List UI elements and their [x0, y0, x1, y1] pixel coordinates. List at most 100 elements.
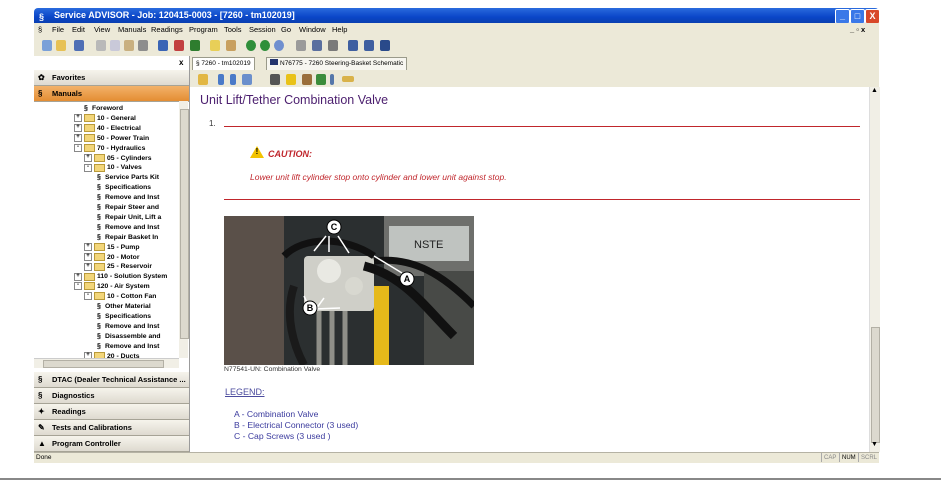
- stop-icon[interactable]: [296, 40, 306, 51]
- tree-document-node[interactable]: § Remove and Inst: [97, 223, 159, 232]
- collapse-icon[interactable]: -: [74, 143, 82, 152]
- mail-icon[interactable]: [210, 40, 220, 51]
- window2-icon[interactable]: [364, 40, 374, 51]
- open-icon[interactable]: [56, 40, 66, 51]
- gear-icon[interactable]: [328, 40, 338, 51]
- scrollbar-thumb[interactable]: [871, 327, 880, 443]
- mdi-controls[interactable]: _ ▫ x: [850, 25, 865, 34]
- back-icon[interactable]: [246, 40, 256, 51]
- menu-file[interactable]: File: [52, 25, 64, 34]
- copy-icon[interactable]: [110, 40, 120, 51]
- scroll-up-arrow[interactable]: ▲: [871, 87, 878, 94]
- expand-icon[interactable]: +: [84, 262, 92, 271]
- menu-session[interactable]: Session: [249, 25, 276, 34]
- link-icon[interactable]: [242, 74, 252, 85]
- manuals-section[interactable]: § Manuals: [34, 86, 189, 102]
- cut-icon[interactable]: [96, 40, 106, 51]
- top-icon[interactable]: [230, 74, 236, 85]
- feedback-icon[interactable]: [316, 74, 326, 85]
- collapse-icon[interactable]: -: [84, 163, 92, 172]
- scrollbar-thumb[interactable]: [180, 109, 189, 339]
- info-icon[interactable]: [330, 74, 334, 85]
- readings-icon[interactable]: [174, 40, 184, 51]
- tree-folder-node[interactable]: +20 - Motor: [84, 252, 139, 262]
- section-diagnostics[interactable]: § Diagnostics: [34, 388, 189, 404]
- tree-document-node[interactable]: § Remove and Inst: [97, 342, 159, 351]
- save-icon[interactable]: [74, 40, 84, 51]
- maximize-button[interactable]: □: [850, 9, 865, 24]
- menu-window[interactable]: Window: [299, 25, 326, 34]
- tree-folder-node[interactable]: +40 - Electrical: [74, 124, 141, 133]
- expand-icon[interactable]: +: [84, 242, 92, 251]
- panel-close-button[interactable]: x: [179, 58, 183, 67]
- close-button[interactable]: X: [865, 9, 880, 24]
- tree-document-node[interactable]: § Repair Unit, Lift a: [97, 213, 161, 222]
- legend-title[interactable]: LEGEND:: [225, 387, 265, 397]
- menu-tools[interactable]: Tools: [224, 25, 242, 34]
- up-arrow-icon[interactable]: [218, 74, 224, 85]
- pointer-icon[interactable]: [380, 40, 390, 51]
- tree-folder-node[interactable]: - 70 - Hydraulics: [74, 143, 145, 153]
- section-program-controller[interactable]: ▲ Program Controller: [34, 436, 189, 452]
- collapse-icon[interactable]: -: [84, 292, 92, 301]
- binoculars-icon[interactable]: [270, 74, 280, 85]
- tree-document-node[interactable]: § Service Parts Kit: [97, 173, 159, 182]
- menu-manuals[interactable]: Manuals: [118, 25, 146, 34]
- collapse-icon[interactable]: -: [74, 282, 82, 291]
- tree-horizontal-scrollbar[interactable]: [34, 358, 179, 368]
- bookmark-icon[interactable]: [198, 74, 208, 85]
- tree-folder-node[interactable]: +50 - Power Train: [74, 133, 149, 143]
- combination-valve-photo[interactable]: NSTE C B A: [224, 216, 474, 365]
- expand-icon[interactable]: +: [74, 133, 82, 142]
- section-dtac[interactable]: § DTAC (Dealer Technical Assistance ...: [34, 372, 189, 388]
- menu-readings[interactable]: Readings: [151, 25, 183, 34]
- expand-icon[interactable]: +: [74, 114, 82, 123]
- minimize-button[interactable]: _: [835, 9, 850, 24]
- tree-document-node[interactable]: § Repair Steer and: [97, 203, 159, 212]
- tab-tm102019[interactable]: § 7260 - tm102019: [192, 57, 255, 70]
- window-title-bar[interactable]: § Service ADVISOR - Job: 120415-0003 - […: [34, 8, 880, 24]
- tree-folder-node[interactable]: +25 - Reservoir: [84, 262, 152, 271]
- window-icon[interactable]: [348, 40, 358, 51]
- tree-folder-node[interactable]: - 10 - Cotton Fan: [84, 292, 156, 301]
- tree-vertical-scrollbar[interactable]: [179, 101, 189, 358]
- home-icon[interactable]: [226, 40, 236, 51]
- tree-folder-node[interactable]: +110 - Solution System: [74, 272, 167, 281]
- menu-view[interactable]: View: [94, 25, 110, 34]
- tree-document-node[interactable]: § Specifications: [97, 183, 151, 192]
- menu-program[interactable]: Program: [189, 25, 218, 34]
- paste-icon[interactable]: [124, 40, 134, 51]
- tree-document-node[interactable]: § Remove and Inst: [97, 322, 159, 331]
- tree-folder-node[interactable]: +10 - General: [74, 114, 136, 123]
- tree-folder-node[interactable]: +05 - Cylinders: [84, 153, 152, 163]
- tree-document-node[interactable]: § Disassemble and: [97, 332, 161, 341]
- tree-document-node[interactable]: § Foreword: [84, 104, 123, 113]
- refresh-icon[interactable]: [274, 40, 284, 51]
- key-icon[interactable]: [342, 76, 354, 82]
- warning-icon[interactable]: [286, 74, 296, 85]
- expand-icon[interactable]: +: [74, 272, 82, 281]
- menu-go[interactable]: Go: [281, 25, 291, 34]
- notes-icon[interactable]: [302, 74, 312, 85]
- tree-folder-node[interactable]: - 10 - Valves: [84, 163, 142, 172]
- tree-document-node[interactable]: § Other Material: [97, 302, 151, 311]
- section-tests-and-calibrations[interactable]: ✎ Tests and Calibrations: [34, 420, 189, 436]
- tree-folder-node[interactable]: +15 - Pump: [84, 242, 139, 252]
- tree-folder-node[interactable]: - 120 - Air System: [74, 282, 150, 291]
- expand-icon[interactable]: +: [74, 124, 82, 132]
- scrollbar-thumb[interactable]: [43, 360, 164, 368]
- tree-document-node[interactable]: § Specifications: [97, 312, 151, 321]
- expand-icon[interactable]: +: [84, 252, 92, 261]
- expand-icon[interactable]: +: [84, 153, 92, 162]
- menu-edit[interactable]: Edit: [72, 25, 85, 34]
- forward-icon[interactable]: [260, 40, 270, 51]
- print-icon[interactable]: [138, 40, 148, 51]
- menu-help[interactable]: Help: [332, 25, 347, 34]
- new-icon[interactable]: [42, 40, 52, 51]
- tools-icon[interactable]: [190, 40, 200, 51]
- tree-document-node[interactable]: § Remove and Inst: [97, 193, 159, 202]
- tab-steering-schematic[interactable]: N76775 - 7260 Steering-Basket Schematic: [266, 57, 408, 70]
- favorites-section[interactable]: ✿ Favorites: [34, 70, 189, 86]
- scroll-down-arrow[interactable]: ▼: [871, 441, 878, 448]
- content-vertical-scrollbar[interactable]: ▲ ▼: [869, 87, 880, 452]
